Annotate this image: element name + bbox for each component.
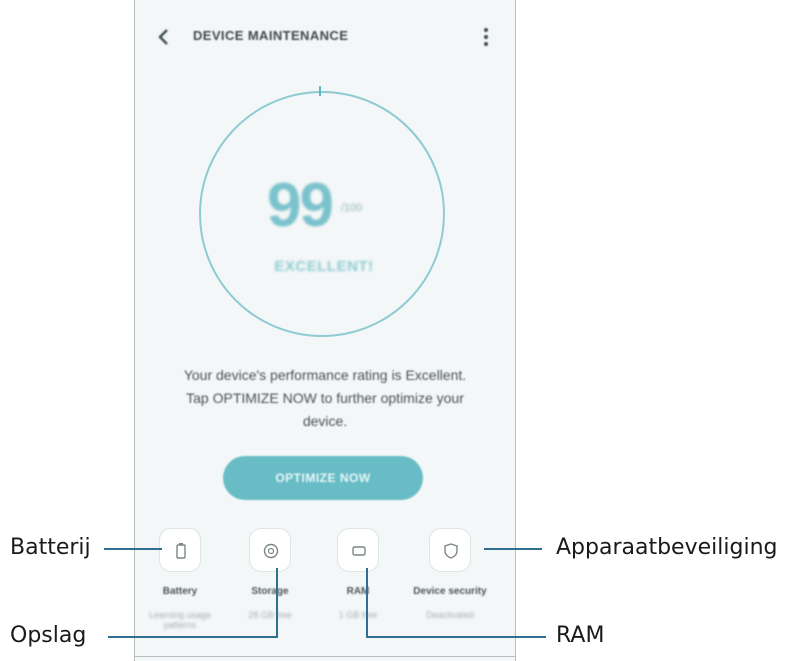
performance-score-max: /100 xyxy=(341,202,363,214)
device-security-label: Device security xyxy=(413,586,487,597)
callout-storage: Opslag xyxy=(10,623,87,648)
performance-message: Your device's performance rating is Exce… xyxy=(159,364,491,433)
ram-icon xyxy=(352,546,366,556)
callout-device-security: Apparaatbeveiliging xyxy=(556,535,778,560)
message-line: Your device's performance rating is Exce… xyxy=(183,367,467,383)
score-ring-marker xyxy=(319,86,321,96)
callout-ram: RAM xyxy=(556,623,605,648)
battery-tile-box xyxy=(159,528,201,572)
security-leader-line xyxy=(484,548,542,550)
ram-leader-horizontal xyxy=(366,636,546,638)
storage-leader-vertical xyxy=(276,568,278,637)
chevron-left-icon[interactable] xyxy=(153,26,175,48)
storage-status: 28 GB free xyxy=(248,610,292,620)
ram-leader-vertical xyxy=(366,568,368,637)
phone-screen: DEVICE MAINTENANCE 99 /100 EXCELLENT! Yo… xyxy=(134,0,516,661)
more-vertical-icon[interactable] xyxy=(481,26,491,48)
performance-score: 99 xyxy=(267,171,334,240)
performance-status: EXCELLENT! xyxy=(274,258,374,275)
storage-tile[interactable]: Storage 28 GB free xyxy=(227,528,307,658)
page-title: DEVICE MAINTENANCE xyxy=(193,28,349,43)
device-security-tile-box xyxy=(429,528,471,572)
battery-leader-line xyxy=(104,548,162,550)
ram-label: RAM xyxy=(346,586,370,597)
device-security-tile[interactable]: Device security Deactivated xyxy=(407,528,487,658)
app-bar: DEVICE MAINTENANCE xyxy=(135,0,515,72)
storage-leader-horizontal xyxy=(108,636,278,638)
message-line: Tap OPTIMIZE NOW to further optimize you… xyxy=(186,390,464,406)
optimize-now-button[interactable]: OPTIMIZE NOW xyxy=(223,456,423,500)
shield-icon xyxy=(444,543,458,559)
storage-label: Storage xyxy=(251,586,289,597)
storage-icon xyxy=(263,543,279,559)
battery-label: Battery xyxy=(162,586,198,597)
battery-icon xyxy=(176,543,186,559)
device-security-status: Deactivated xyxy=(426,610,474,620)
battery-status: Learning usage patterns xyxy=(148,610,212,630)
message-line: device. xyxy=(302,413,348,429)
ram-tile[interactable]: RAM 1 GB free xyxy=(315,528,395,658)
storage-tile-box xyxy=(249,528,291,572)
ram-tile-box xyxy=(337,528,379,572)
callout-battery: Batterij xyxy=(10,535,91,560)
ram-status: 1 GB free xyxy=(338,610,378,620)
phone-frame-bottom xyxy=(134,656,516,657)
